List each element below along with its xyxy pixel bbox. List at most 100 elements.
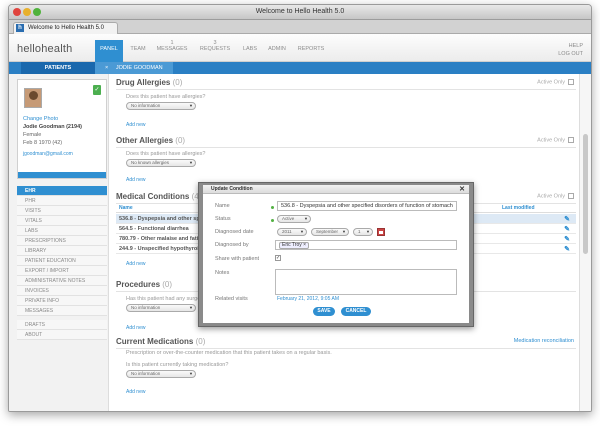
browser-tab[interactable]: h Welcome to Hello Health 5.0	[13, 22, 118, 34]
dialog-title: Update Condition	[211, 186, 253, 192]
menu-private-info[interactable]: PRIVATE INFO	[17, 296, 107, 306]
vertical-scrollbar[interactable]	[579, 74, 591, 411]
add-drug-allergy-link[interactable]: Add new	[126, 122, 145, 128]
edit-pencil-icon[interactable]: ✎	[564, 245, 570, 255]
add-other-allergy-link[interactable]: Add new	[126, 177, 145, 183]
required-dot-icon	[271, 206, 274, 209]
drug-allergies-section: Drug Allergies (0) Active Only Does this…	[116, 78, 576, 130]
menu-messages[interactable]: MESSAGES	[17, 306, 107, 316]
other-allergies-section: Other Allergies (0) Active Only Does thi…	[116, 136, 576, 188]
active-only-toggle[interactable]: Active Only	[537, 79, 574, 85]
logout-link[interactable]: LOG OUT	[558, 50, 583, 58]
share-with-patient-label: Share with patient	[215, 256, 260, 262]
drug-allergy-select[interactable]: No information	[126, 102, 196, 110]
patient-email[interactable]: jgoodman@gmail.com	[23, 151, 73, 157]
header-links: HELP LOG OUT	[558, 42, 583, 58]
dialog-title-bar: Update Condition ✕	[203, 185, 469, 194]
close-dialog-icon[interactable]: ✕	[459, 185, 465, 194]
patient-avatar	[24, 88, 42, 108]
save-button[interactable]: SAVE	[313, 307, 335, 316]
menu-invoices[interactable]: INVOICES	[17, 286, 107, 296]
nav-team[interactable]: TEAM	[125, 40, 151, 62]
remove-tag-icon: ×	[303, 242, 307, 248]
procedure-select[interactable]: No information	[126, 304, 196, 312]
app-favicon-icon: h	[16, 24, 24, 32]
medication-reconciliation-link[interactable]: Medication reconciliation	[514, 338, 574, 344]
status-label: Status	[215, 216, 231, 222]
other-allergy-select[interactable]: No known allergies	[126, 159, 196, 167]
patient-menu: EHR PHR VISITS VITALS LABS PRESCRIPTIONS…	[17, 186, 107, 340]
menu-ehr[interactable]: EHR	[17, 186, 107, 196]
patient-name: Jodie Goodman (2194)	[23, 124, 82, 130]
menu-vitals[interactable]: VITALS	[17, 216, 107, 226]
menu-visits[interactable]: VISITS	[17, 206, 107, 216]
help-link[interactable]: HELP	[558, 42, 583, 50]
nav-messages[interactable]: 1 MESSAGES	[153, 40, 191, 62]
diagnosed-year-select[interactable]: 2011	[277, 228, 307, 236]
sidebar: ✓ Change Photo Jodie Goodman (2194) Fema…	[9, 74, 109, 411]
related-visits-label: Related visits	[215, 296, 248, 302]
hellohealth-logo: hellohealth	[17, 43, 73, 55]
menu-export-import[interactable]: EXPORT / IMPORT	[17, 266, 107, 276]
medications-description: Prescription or over-the-counter medicat…	[126, 350, 332, 356]
cancel-button[interactable]: CANCEL	[341, 307, 371, 316]
menu-phr[interactable]: PHR	[17, 196, 107, 206]
patient-card-expand[interactable]	[18, 172, 106, 178]
update-condition-dialog: Update Condition ✕ Name 536.8 - Dyspepsi…	[203, 185, 469, 323]
nav-admin[interactable]: ADMIN	[263, 40, 291, 62]
name-label: Name	[215, 203, 230, 209]
medication-question: Is this patient currently taking medicat…	[126, 362, 229, 368]
update-condition-modal: Update Condition ✕ Name 536.8 - Dyspepsi…	[198, 182, 474, 327]
status-select[interactable]: Active	[277, 215, 311, 223]
share-with-patient-checkbox[interactable]: ✓	[275, 255, 281, 261]
diagnosed-by-input[interactable]: Eric Troy ×	[275, 240, 457, 250]
current-patient-label: JODIE GOODMAN	[115, 65, 163, 71]
section-title: Drug Allergies (0)	[116, 78, 183, 87]
medication-select[interactable]: No information	[126, 370, 196, 378]
menu-administrative-notes[interactable]: ADMINISTRATIVE NOTES	[17, 276, 107, 286]
scrollbar-thumb[interactable]	[583, 134, 588, 254]
browser-tab-bar: h Welcome to Hello Health 5.0	[9, 20, 591, 34]
diagnosed-month-select[interactable]: September	[311, 228, 349, 236]
menu-prescriptions[interactable]: PRESCRIPTIONS	[17, 236, 107, 246]
menu-about[interactable]: ABOUT	[17, 330, 107, 340]
nav-reports[interactable]: REPORTS	[293, 40, 329, 62]
required-dot-icon	[271, 219, 274, 222]
notes-label: Notes	[215, 270, 230, 276]
menu-patient-education[interactable]: PATIENT EDUCATION	[17, 256, 107, 266]
add-procedure-link[interactable]: Add new	[126, 325, 145, 331]
change-photo-link[interactable]: Change Photo	[23, 116, 58, 122]
nav-requests[interactable]: 3 REQUESTS	[195, 40, 235, 62]
add-medication-link[interactable]: Add new	[126, 389, 145, 395]
patient-dob: Feb 8 1970 (42)	[23, 140, 63, 146]
section-title: Current Medications (0)	[116, 337, 206, 346]
nav-labs[interactable]: LABS	[239, 40, 261, 62]
provider-tag[interactable]: Eric Troy ×	[279, 242, 310, 249]
calendar-icon[interactable]	[377, 228, 385, 236]
menu-library[interactable]: LIBRARY	[17, 246, 107, 256]
menu-labs[interactable]: LABS	[17, 226, 107, 236]
nav-panel[interactable]: PANEL	[95, 40, 123, 62]
app-header: hellohealth PANEL TEAM 1 MESSAGES 3 REQUES…	[9, 34, 591, 62]
diagnosed-by-label: Diagnosed by	[215, 242, 249, 248]
condition-name-input[interactable]: 536.8 - Dyspepsia and other specified di…	[277, 201, 457, 211]
other-allergy-question: Does this patient have allergies?	[126, 151, 206, 157]
related-visit-link[interactable]: February 21, 2012, 9:05 AM	[277, 296, 339, 302]
active-only-toggle[interactable]: Active Only	[537, 137, 574, 143]
window-title: Welcome to Hello Health 5.0	[255, 8, 345, 15]
col-name: Name	[119, 205, 133, 211]
current-medications-section: Current Medications (0) Medication recon…	[116, 337, 576, 407]
close-patient-icon[interactable]: ×	[105, 65, 108, 71]
add-condition-link[interactable]: Add new	[126, 261, 145, 267]
menu-drafts[interactable]: DRAFTS	[17, 320, 107, 330]
browser-tab-label: Welcome to Hello Health 5.0	[28, 25, 104, 31]
current-patient-tab[interactable]: × JODIE GOODMAN	[95, 62, 173, 74]
patients-tab[interactable]: PATIENTS	[21, 62, 95, 74]
notes-textarea[interactable]	[275, 269, 457, 295]
diagnosed-date-label: Diagnosed date	[215, 229, 254, 235]
patient-gender: Female	[23, 132, 42, 138]
active-only-toggle[interactable]: Active Only	[537, 193, 574, 199]
diagnosed-day-select[interactable]: 1	[353, 228, 373, 236]
drug-allergy-question: Does this patient have allergies?	[126, 94, 206, 100]
col-last-modified: Last modified	[502, 205, 535, 211]
